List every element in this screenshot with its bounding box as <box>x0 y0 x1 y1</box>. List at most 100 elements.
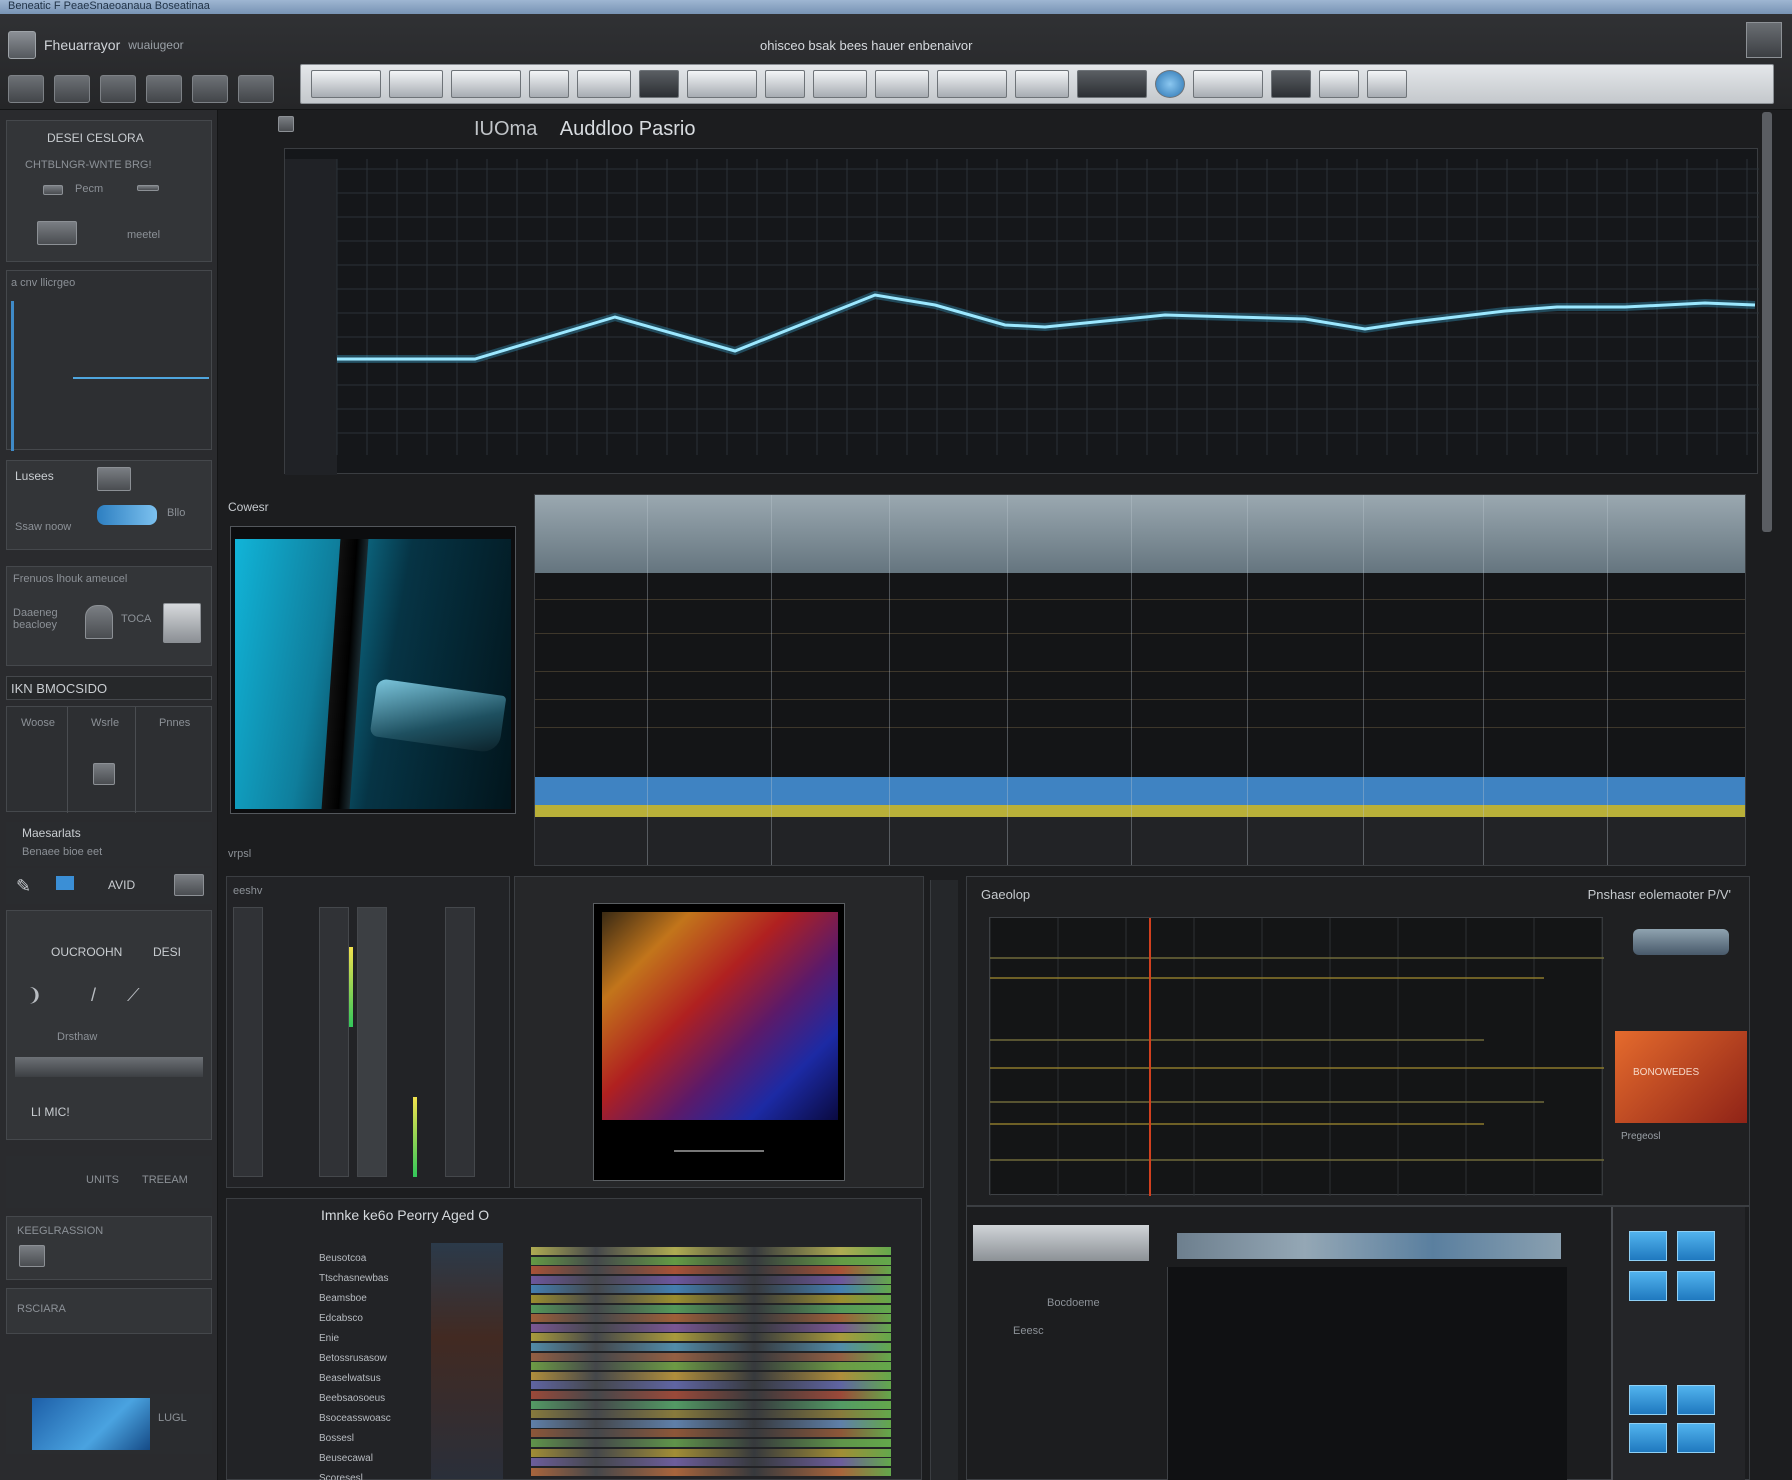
tool-cursor-icon[interactable] <box>238 75 274 103</box>
level-vertical-bar[interactable] <box>11 301 14 451</box>
ribbon-button-9[interactable] <box>813 70 867 98</box>
track-divider <box>535 699 1745 700</box>
ribbon-button-2[interactable] <box>389 70 443 98</box>
list-item[interactable]: Bossesl <box>319 1429 429 1449</box>
graph-ruler <box>285 159 337 475</box>
ribbon-button-16[interactable] <box>1319 70 1359 98</box>
preset-tray-icon[interactable] <box>37 221 77 245</box>
list-color-bar <box>531 1323 891 1332</box>
ribbon-button-4[interactable] <box>529 70 569 98</box>
list-item[interactable]: Edcabsco <box>319 1309 429 1329</box>
mixer-strip[interactable] <box>357 907 387 1177</box>
list-item[interactable]: Betossrusasow <box>319 1349 429 1369</box>
clip-tile[interactable] <box>1629 1231 1667 1261</box>
scope-capsule-icon[interactable] <box>1633 929 1729 955</box>
list-item[interactable]: Beaselwatsus <box>319 1369 429 1389</box>
ikn-col-3: Pnnes <box>159 717 191 729</box>
clip-tile[interactable] <box>1677 1231 1715 1261</box>
clip-tile[interactable] <box>1629 1385 1667 1415</box>
track-yellow-band[interactable] <box>535 805 1745 817</box>
pencil-icon[interactable]: / <box>91 985 96 1006</box>
ribbon-globe-icon[interactable] <box>1155 70 1185 98</box>
camera-preview[interactable] <box>230 526 516 814</box>
list-item[interactable]: Bsoceasswoasc <box>319 1409 429 1429</box>
ribbon-button-6[interactable] <box>639 70 679 98</box>
footer-thumbnail[interactable] <box>32 1398 150 1450</box>
lusees-subtitle: Ssaw noow <box>15 521 72 533</box>
lusees-button-label[interactable]: Bllo <box>167 507 185 519</box>
track-blue-band[interactable] <box>535 777 1745 805</box>
blue-square-icon[interactable] <box>56 876 74 890</box>
level-horizontal-bar[interactable] <box>73 377 209 379</box>
clip-strip[interactable] <box>1177 1233 1561 1259</box>
ikn-square-icon[interactable] <box>93 763 115 785</box>
tool-panel-icon[interactable] <box>174 874 204 896</box>
ribbon-button-13[interactable] <box>1077 70 1147 98</box>
ribbon-button-12[interactable] <box>1015 70 1069 98</box>
oucroohn-slider[interactable] <box>15 1057 203 1077</box>
clip-tile[interactable] <box>1629 1271 1667 1301</box>
ribbon-button-5[interactable] <box>577 70 631 98</box>
preset-dash-icon[interactable] <box>137 185 159 191</box>
timeline-tracks[interactable] <box>534 494 1746 866</box>
tool-ellipse-icon[interactable] <box>54 75 90 103</box>
ribbon-button-14[interactable] <box>1193 70 1263 98</box>
list-item[interactable]: Beebsaosoeus <box>319 1389 429 1409</box>
left-toolbar <box>8 72 290 106</box>
lusees-blue-toggle[interactable] <box>97 505 157 525</box>
tool-rect-icon[interactable] <box>100 75 136 103</box>
line-tool-icon[interactable]: ⟋ <box>127 985 140 1006</box>
sidebar-panel-presets: DESEI CESLORA CHTBLNGR-WNTE BRG! Pecm me… <box>6 120 212 262</box>
ribbon-button-8[interactable] <box>765 70 805 98</box>
ribbon-button-10[interactable] <box>875 70 929 98</box>
list-item[interactable]: Beusecawal <box>319 1449 429 1469</box>
gradient-preview[interactable] <box>593 903 845 1181</box>
tool-row-label: AVID <box>108 878 136 892</box>
frenuos-button-label[interactable]: TOCA <box>121 613 151 625</box>
list-item[interactable]: Beamsboe <box>319 1289 429 1309</box>
list-thumbnails[interactable] <box>431 1243 503 1479</box>
window-control-button[interactable] <box>1746 22 1782 58</box>
mixer-strip[interactable] <box>319 907 349 1177</box>
ribbon-button-3[interactable] <box>451 70 521 98</box>
clip-thumbnail[interactable] <box>973 1225 1149 1261</box>
mixer-strip[interactable] <box>445 907 475 1177</box>
pen-icon[interactable]: ❩ <box>27 985 42 1006</box>
oucroohn-side-label: DESI <box>153 945 182 959</box>
clip-tile[interactable] <box>1629 1423 1667 1453</box>
scope-grid[interactable] <box>989 917 1604 1196</box>
main-scrollbar-thumb[interactable] <box>1762 112 1772 532</box>
preset-slider-icon[interactable] <box>43 185 63 195</box>
list-item[interactable]: Beusotcoa <box>319 1249 429 1269</box>
tool-brush-icon[interactable] <box>8 75 44 103</box>
ribbon-button-11[interactable] <box>937 70 1007 98</box>
ribbon-button-17[interactable] <box>1367 70 1407 98</box>
mixer-strip[interactable] <box>233 907 263 1177</box>
graph-square-icon[interactable] <box>278 116 294 132</box>
sidebar-panel-level: a cnv llicrgeo <box>6 270 212 451</box>
clip-tile[interactable] <box>1677 1423 1715 1453</box>
ikn-col-2: Wsrle <box>91 717 120 729</box>
frenuos-bell-icon[interactable] <box>85 605 113 639</box>
list-item[interactable]: Enie <box>319 1329 429 1349</box>
ribbon-button-1[interactable] <box>311 70 381 98</box>
ribbon-button-7[interactable] <box>687 70 757 98</box>
tool-window-icon[interactable] <box>146 75 182 103</box>
list-item[interactable]: Ttschasnewbas <box>319 1269 429 1289</box>
clip-tile[interactable] <box>1677 1385 1715 1415</box>
lusees-box-icon[interactable] <box>97 467 131 491</box>
clip-tile[interactable] <box>1677 1271 1715 1301</box>
ribbon-button-15[interactable] <box>1271 70 1311 98</box>
frenuos-doc-icon[interactable] <box>163 603 201 643</box>
wrench-icon[interactable]: ✎ <box>16 876 31 897</box>
list-item[interactable]: Scoresesl <box>319 1469 429 1480</box>
track-divider <box>535 671 1745 672</box>
tool-shield-icon[interactable] <box>192 75 228 103</box>
clip-area[interactable] <box>1167 1267 1567 1480</box>
track-column-line <box>1363 495 1364 865</box>
camera-image-device <box>369 678 507 754</box>
keeglrassion-doc-icon[interactable] <box>19 1245 45 1267</box>
waveform-graph[interactable] <box>284 148 1759 475</box>
list-color-bar <box>531 1314 891 1323</box>
clips-panel: Bocdoeme Eeesc <box>966 1206 1750 1480</box>
